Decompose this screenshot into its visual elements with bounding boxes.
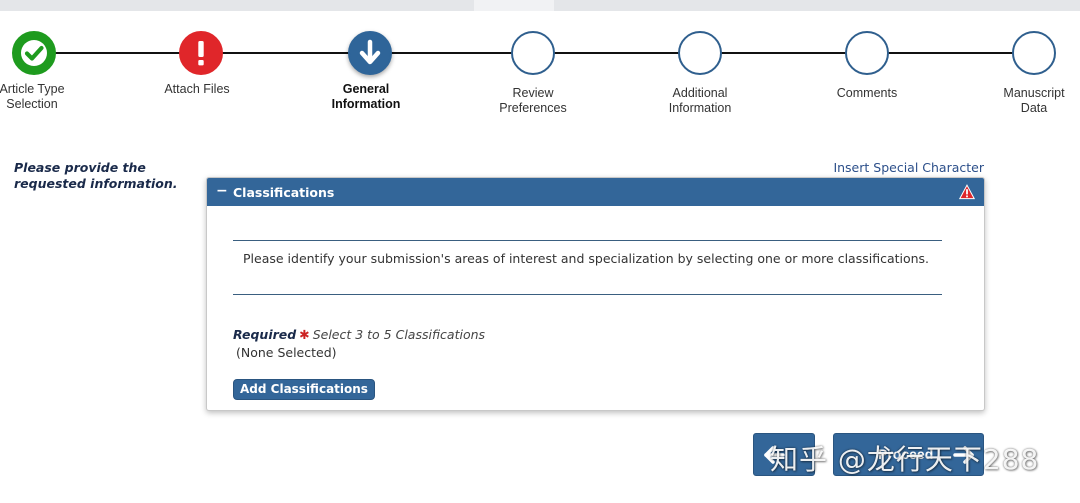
classifications-panel: − Classifications Please identify your s… bbox=[206, 177, 985, 411]
warning-triangle-icon bbox=[959, 184, 975, 200]
step-label-general-information: General Information bbox=[331, 82, 401, 111]
intro-instructions: Please provide the requested information… bbox=[14, 160, 194, 192]
selection-status: (None Selected) bbox=[236, 345, 337, 360]
step-label-attach-files: Attach Files bbox=[164, 82, 230, 96]
arrow-down-icon bbox=[348, 31, 392, 75]
add-classifications-button[interactable]: Add Classifications bbox=[233, 379, 375, 400]
intro-line-1: Please provide the bbox=[14, 160, 146, 175]
empty-circle-icon bbox=[511, 31, 555, 75]
required-line: Required ✱ Select 3 to 5 Classifications bbox=[233, 327, 485, 342]
insert-special-character-link[interactable]: Insert Special Character bbox=[780, 160, 984, 175]
step-label-manuscript-data: Manuscript Data bbox=[1003, 86, 1065, 115]
intro-line-2: requested information. bbox=[14, 176, 178, 191]
step-label-additional-information: Additional Information bbox=[668, 86, 732, 115]
empty-circle-icon bbox=[845, 31, 889, 75]
required-hint: Select 3 to 5 Classifications bbox=[312, 327, 486, 342]
step-label-review-preferences: Review Preferences bbox=[499, 86, 567, 115]
step-manuscript-data[interactable] bbox=[1012, 31, 1056, 75]
required-label: Required bbox=[233, 327, 297, 342]
divider-top bbox=[233, 240, 942, 241]
divider-bottom bbox=[233, 294, 942, 295]
empty-circle-icon bbox=[678, 31, 722, 75]
step-comments[interactable] bbox=[845, 31, 889, 75]
step-general-information[interactable] bbox=[348, 31, 392, 75]
collapse-toggle-icon[interactable]: − bbox=[216, 183, 228, 199]
empty-circle-icon bbox=[1012, 31, 1056, 75]
panel-title: Classifications bbox=[233, 185, 335, 200]
step-label-comments: Comments bbox=[836, 86, 898, 100]
exclamation-icon bbox=[179, 31, 223, 75]
zhihu-watermark: 知乎 @龙行天下288 bbox=[770, 443, 1040, 476]
classifications-panel-header[interactable]: − Classifications bbox=[207, 178, 984, 206]
step-attach-files[interactable] bbox=[179, 31, 223, 75]
step-additional-information[interactable] bbox=[678, 31, 722, 75]
step-article-type-selection[interactable] bbox=[12, 31, 56, 75]
check-icon bbox=[12, 31, 56, 75]
required-asterisk-icon: ✱ bbox=[299, 327, 310, 342]
submission-stepper: Article Type Selection Attach Files Gener… bbox=[0, 0, 1080, 130]
step-label-article-type: Article Type Selection bbox=[0, 82, 65, 111]
step-review-preferences[interactable] bbox=[511, 31, 555, 75]
classification-instructions: Please identify your submission's areas … bbox=[243, 251, 930, 266]
